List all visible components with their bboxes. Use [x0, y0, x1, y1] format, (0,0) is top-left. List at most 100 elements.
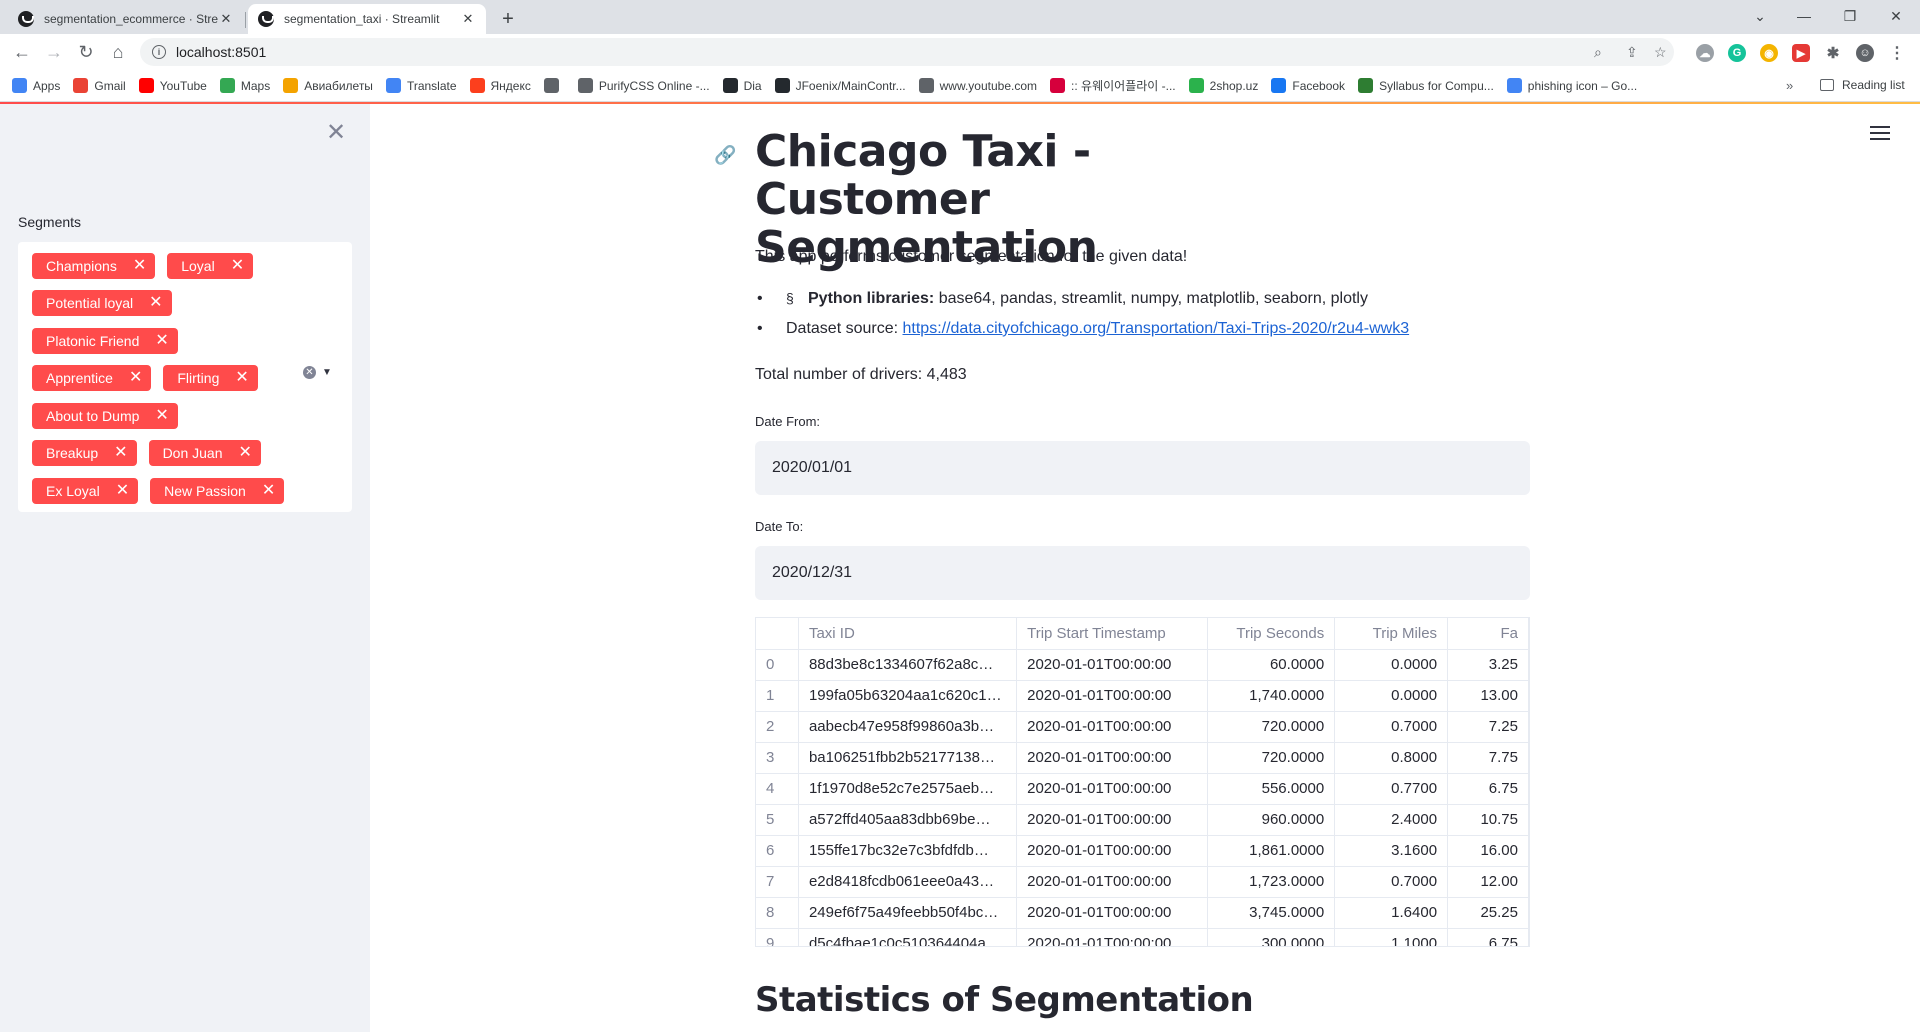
table-cell[interactable]: 720.0000	[1207, 711, 1336, 743]
bookmark-item[interactable]: phishing icon – Go...	[1506, 78, 1637, 93]
table-cell[interactable]: 960.0000	[1207, 804, 1336, 836]
link-anchor-icon[interactable]: 🔗	[714, 145, 736, 166]
grammarly-icon[interactable]: G	[1728, 44, 1746, 62]
table-cell[interactable]: 2.4000	[1334, 804, 1449, 836]
bookmark-item[interactable]: Syllabus for Compu...	[1358, 78, 1494, 93]
table-cell[interactable]: aabecb47e958f99860a3b…	[798, 711, 1018, 743]
remove-chip-icon[interactable]: ✕	[114, 445, 127, 461]
row-index[interactable]: 1	[756, 680, 799, 712]
row-index[interactable]: 0	[756, 649, 799, 681]
remove-chip-icon[interactable]: ✕	[262, 482, 275, 499]
column-header[interactable]: Trip Miles	[1334, 618, 1449, 650]
segment-chip[interactable]: Breakup ✕	[32, 440, 137, 466]
table-cell[interactable]: e2d8418fcdb061eee0a43…	[798, 866, 1018, 898]
main-menu-icon[interactable]	[1870, 126, 1890, 144]
row-index[interactable]: 3	[756, 742, 799, 774]
segment-chip[interactable]: New Passion ✕	[150, 477, 285, 504]
table-cell[interactable]: 1,861.0000	[1207, 835, 1336, 867]
table-cell[interactable]: 0.7700	[1334, 773, 1449, 805]
extension-record-icon[interactable]: ▶	[1792, 44, 1810, 62]
address-bar[interactable]: i localhost:8501 ⌕ ⇪ ☆	[140, 38, 1674, 66]
segment-chip[interactable]: Champions ✕	[32, 252, 156, 279]
table-cell[interactable]: 2020-01-01T00:00:00	[1016, 804, 1209, 836]
table-cell[interactable]: 13.00	[1447, 680, 1529, 712]
bookmark-item[interactable]: PurifyCSS Online -...	[577, 78, 710, 93]
table-cell[interactable]: 2020-01-01T00:00:00	[1016, 680, 1209, 712]
bookmark-item[interactable]: Авиабилеты	[283, 78, 373, 93]
row-index[interactable]: 4	[756, 773, 799, 805]
remove-chip-icon[interactable]: ✕	[116, 482, 129, 499]
restore-icon[interactable]: ❐	[1830, 4, 1870, 28]
table-cell[interactable]: 10.75	[1447, 804, 1529, 836]
site-info-icon[interactable]: i	[152, 45, 166, 59]
table-cell[interactable]: 2020-01-01T00:00:00	[1016, 835, 1209, 867]
browser-tab-ecommerce[interactable]: segmentation_ecommerce · Strea ✕	[8, 4, 244, 34]
profile-avatar[interactable]: ☺	[1856, 44, 1874, 62]
bookmark-item[interactable]: :: 유웨이어플라이 -...	[1050, 77, 1176, 94]
table-cell[interactable]: 7.25	[1447, 711, 1529, 743]
table-cell[interactable]: 25.25	[1447, 897, 1529, 929]
segment-chip[interactable]: Don Juan ✕	[148, 440, 261, 466]
table-cell[interactable]: 12.00	[1447, 866, 1529, 898]
remove-chip-icon[interactable]: ✕	[155, 407, 168, 424]
table-cell[interactable]: 1,740.0000	[1207, 680, 1336, 712]
sidebar-close-icon[interactable]: ✕	[326, 118, 346, 147]
table-cell[interactable]: 2020-01-01T00:00:00	[1016, 742, 1209, 774]
clear-all-icon[interactable]: ✕	[303, 366, 316, 379]
bookmark-item[interactable]: Яндекс	[469, 78, 531, 93]
browser-menu-icon[interactable]: ⋮	[1888, 44, 1906, 62]
row-index[interactable]: 5	[756, 804, 799, 836]
table-cell[interactable]: 0.7000	[1334, 866, 1449, 898]
table-cell[interactable]: 155ffe17bc32e7c3bfdfdb…	[798, 835, 1018, 867]
remove-chip-icon[interactable]: ✕	[231, 257, 244, 274]
bookmark-star-icon[interactable]: ☆	[1654, 38, 1667, 66]
bookmark-item[interactable]: JFoenix/MainContr...	[774, 78, 906, 93]
remove-chip-icon[interactable]: ✕	[155, 332, 168, 349]
bookmark-item[interactable]: 2shop.uz	[1188, 78, 1258, 93]
table-cell[interactable]: 0.7000	[1334, 711, 1449, 743]
table-cell[interactable]: ba106251fbb2b52177138…	[798, 742, 1018, 774]
date-to-input[interactable]: 2020/12/31	[755, 546, 1530, 600]
table-cell[interactable]: 1.6400	[1334, 897, 1449, 929]
bookmark-item[interactable]	[543, 78, 565, 93]
table-cell[interactable]: 2020-01-01T00:00:00	[1016, 897, 1209, 929]
bookmark-item[interactable]: Facebook	[1271, 78, 1345, 93]
remove-chip-icon[interactable]: ✕	[235, 370, 248, 386]
segment-chip[interactable]: Ex Loyal ✕	[32, 477, 139, 504]
column-header[interactable]: Trip Start Timestamp	[1016, 618, 1209, 650]
remove-chip-icon[interactable]: ✕	[149, 295, 162, 311]
dataset-link[interactable]: https://data.cityofchicago.org/Transport…	[903, 320, 1410, 337]
table-cell[interactable]: a572ffd405aa83dbb69be…	[798, 804, 1018, 836]
reading-list-button[interactable]: Reading list	[1820, 78, 1905, 92]
table-cell[interactable]: 2020-01-01T00:00:00	[1016, 928, 1209, 946]
segment-chip[interactable]: About to Dump ✕	[32, 402, 178, 429]
bookmark-item[interactable]: www.youtube.com	[918, 78, 1037, 93]
forward-arrow-icon[interactable]: →	[40, 38, 68, 66]
table-cell[interactable]: 1,723.0000	[1207, 866, 1336, 898]
bookmark-item[interactable]: Dia	[722, 78, 762, 93]
column-header[interactable]: Taxi ID	[798, 618, 1018, 650]
table-cell[interactable]: d5c4fbae1c0c510364404a…	[798, 928, 1018, 946]
bookmark-item[interactable]: YouTube	[138, 78, 207, 93]
segments-multiselect[interactable]: Champions ✕ Loyal ✕ Potential loyal ✕ Platonic…	[18, 242, 352, 512]
close-window-icon[interactable]: ✕	[1876, 4, 1916, 28]
table-cell[interactable]: 7.75	[1447, 742, 1529, 774]
column-header[interactable]	[756, 618, 799, 650]
remove-chip-icon[interactable]: ✕	[133, 257, 146, 274]
tab-close-icon[interactable]: ✕	[218, 11, 234, 27]
table-cell[interactable]: 2020-01-01T00:00:00	[1016, 711, 1209, 743]
table-cell[interactable]: 0.0000	[1334, 680, 1449, 712]
date-from-input[interactable]: 2020/01/01	[755, 441, 1530, 495]
table-cell[interactable]: 249ef6f75a49feebb50f4bc…	[798, 897, 1018, 929]
row-index[interactable]: 2	[756, 711, 799, 743]
table-cell[interactable]: 0.8000	[1334, 742, 1449, 774]
row-index[interactable]: 9	[756, 928, 799, 946]
extensions-puzzle-icon[interactable]: ✱	[1824, 44, 1842, 62]
segment-chip[interactable]: Loyal ✕	[167, 252, 254, 279]
minimize-icon[interactable]: —	[1784, 4, 1824, 28]
table-cell[interactable]: 3.25	[1447, 649, 1529, 681]
table-cell[interactable]: 1f1970d8e52c7e2575aeb…	[798, 773, 1018, 805]
segment-chip[interactable]: Apprentice ✕	[32, 365, 152, 391]
table-cell[interactable]: 2020-01-01T00:00:00	[1016, 773, 1209, 805]
table-cell[interactable]: 2020-01-01T00:00:00	[1016, 866, 1209, 898]
